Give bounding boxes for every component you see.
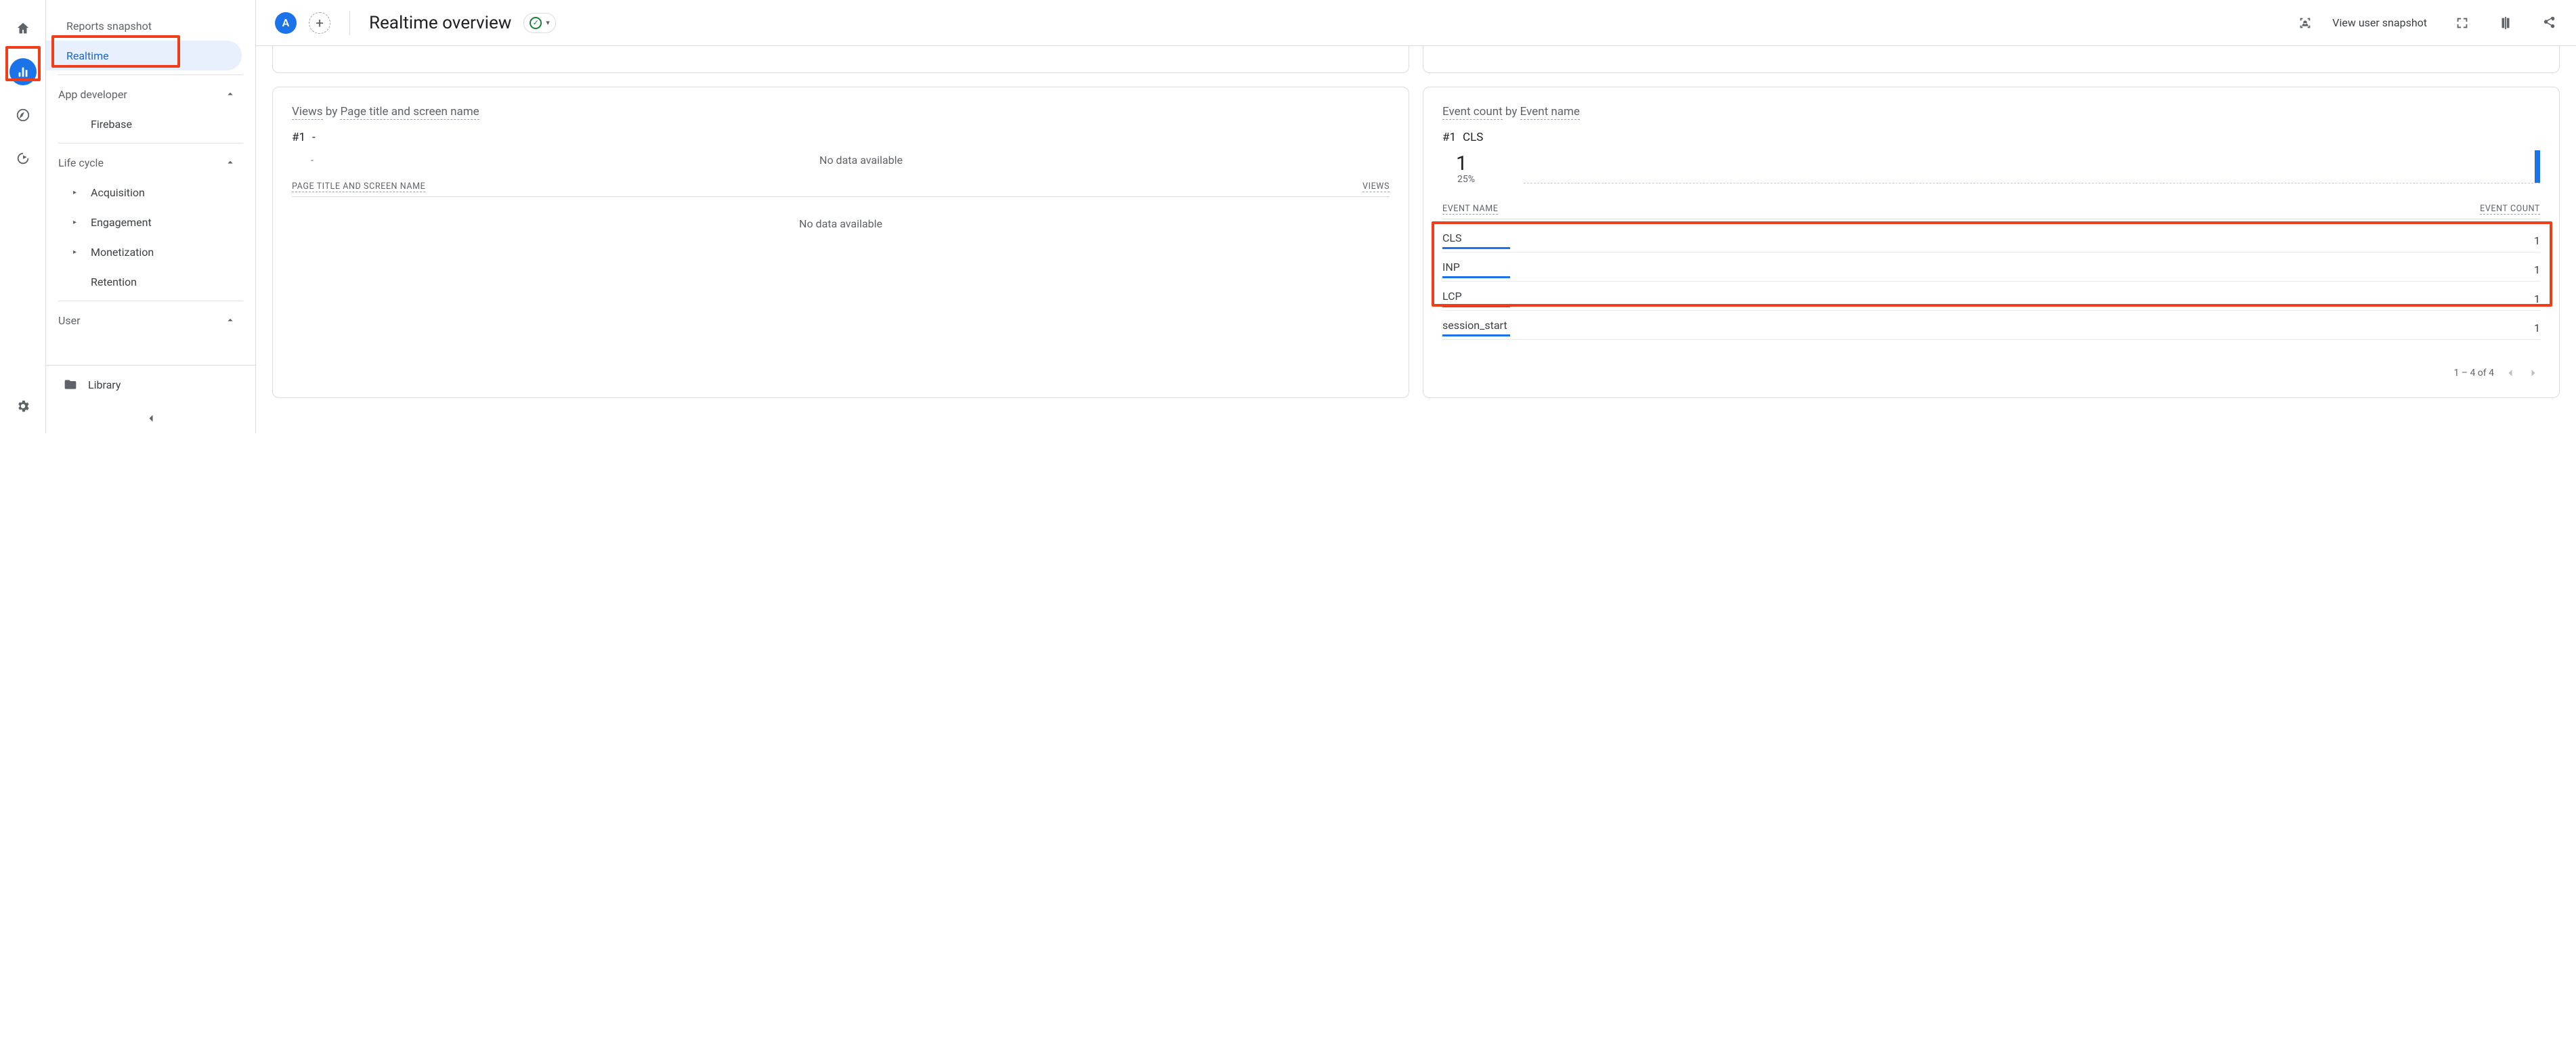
- status-pill[interactable]: ✓ ▾: [523, 13, 556, 33]
- sidebar-retention[interactable]: ▸Retention: [46, 267, 255, 297]
- share-icon[interactable]: [2541, 15, 2557, 31]
- advertising-icon[interactable]: [9, 145, 37, 172]
- table-row[interactable]: CLS1: [1442, 223, 2540, 253]
- fullscreen-icon[interactable]: [2454, 15, 2470, 31]
- section-app-developer[interactable]: App developer: [46, 79, 255, 109]
- events-top-value: 1: [1442, 154, 1524, 174]
- spark-bar: [2535, 150, 2540, 183]
- chevron-left-icon[interactable]: [2504, 366, 2517, 380]
- events-sparkline: [1524, 150, 2540, 183]
- table-row[interactable]: session_start1: [1442, 311, 2540, 340]
- section-user[interactable]: User: [46, 305, 255, 335]
- reports-icon[interactable]: [9, 58, 37, 85]
- snapshot-link[interactable]: View user snapshot: [2332, 16, 2427, 29]
- explore-icon[interactable]: [9, 102, 37, 129]
- sidebar-firebase[interactable]: ▸Firebase: [46, 109, 255, 139]
- audience-badge[interactable]: A: [275, 12, 297, 34]
- divider: [58, 74, 243, 75]
- chevron-right-icon[interactable]: [2527, 366, 2540, 380]
- events-card-title: Event count by Event name: [1442, 105, 2540, 118]
- check-icon: ✓: [530, 17, 542, 29]
- no-data-label: No data available: [292, 197, 1390, 250]
- events-card: Event count by Event name #1 CLS 1 25%: [1423, 87, 2560, 398]
- reports-sidebar: Reports snapshot Realtime App developer …: [46, 0, 256, 433]
- events-table: CLS1 INP1 LCP1 session_start1: [1442, 223, 2540, 340]
- section-label: Life cycle: [58, 156, 104, 169]
- compare-icon[interactable]: [2497, 15, 2514, 31]
- folder-icon: [64, 378, 77, 391]
- sidebar-acquisition[interactable]: ▸Acquisition: [46, 177, 255, 207]
- collapse-sidebar-icon[interactable]: [46, 403, 255, 433]
- page-title: Realtime overview: [369, 13, 511, 33]
- settings-icon[interactable]: [9, 393, 37, 420]
- divider: [349, 11, 350, 35]
- divider: [58, 143, 243, 144]
- sidebar-engagement[interactable]: ▸Engagement: [46, 207, 255, 237]
- chevron-up-icon: [224, 88, 236, 100]
- section-life-cycle[interactable]: Life cycle: [46, 148, 255, 177]
- sidebar-reports-snapshot[interactable]: Reports snapshot: [46, 11, 255, 41]
- sidebar-library[interactable]: Library: [46, 366, 255, 403]
- sidebar-realtime[interactable]: Realtime: [46, 41, 242, 70]
- no-data-label: No data available: [332, 154, 1390, 167]
- views-rank: #1 -: [292, 131, 1390, 144]
- views-table-header: PAGE TITLE AND SCREEN NAME VIEWS: [292, 181, 1390, 197]
- views-card: Views by Page title and screen name #1 -…: [272, 87, 1409, 398]
- chevron-down-icon: ▾: [546, 18, 550, 27]
- user-snapshot-icon[interactable]: [2297, 15, 2313, 31]
- table-row[interactable]: INP1: [1442, 253, 2540, 282]
- sidebar-footer: Library: [46, 365, 255, 433]
- events-pager: 1 – 4 of 4: [1442, 354, 2540, 380]
- events-table-header: EVENT NAME EVENT COUNT: [1442, 204, 2540, 219]
- main-area: A + Realtime overview ✓ ▾ View user snap…: [256, 0, 2576, 433]
- card-stub: [1423, 46, 2560, 73]
- section-label: App developer: [58, 88, 127, 101]
- add-comparison-button[interactable]: +: [309, 12, 330, 34]
- nav-rail: [0, 0, 46, 433]
- chevron-up-icon: [224, 156, 236, 169]
- content-scroll[interactable]: Views by Page title and screen name #1 -…: [256, 46, 2576, 433]
- table-row[interactable]: LCP1: [1442, 282, 2540, 311]
- home-icon[interactable]: [9, 15, 37, 42]
- top-bar: A + Realtime overview ✓ ▾ View user snap…: [256, 0, 2576, 46]
- events-rank: #1 CLS: [1442, 131, 2540, 144]
- events-top-pct: 25%: [1442, 174, 1524, 185]
- views-card-title: Views by Page title and screen name: [292, 105, 1390, 118]
- sidebar-monetization[interactable]: ▸Monetization: [46, 237, 255, 267]
- card-stub: [272, 46, 1409, 73]
- section-label: User: [58, 314, 81, 327]
- chevron-up-icon: [224, 314, 236, 326]
